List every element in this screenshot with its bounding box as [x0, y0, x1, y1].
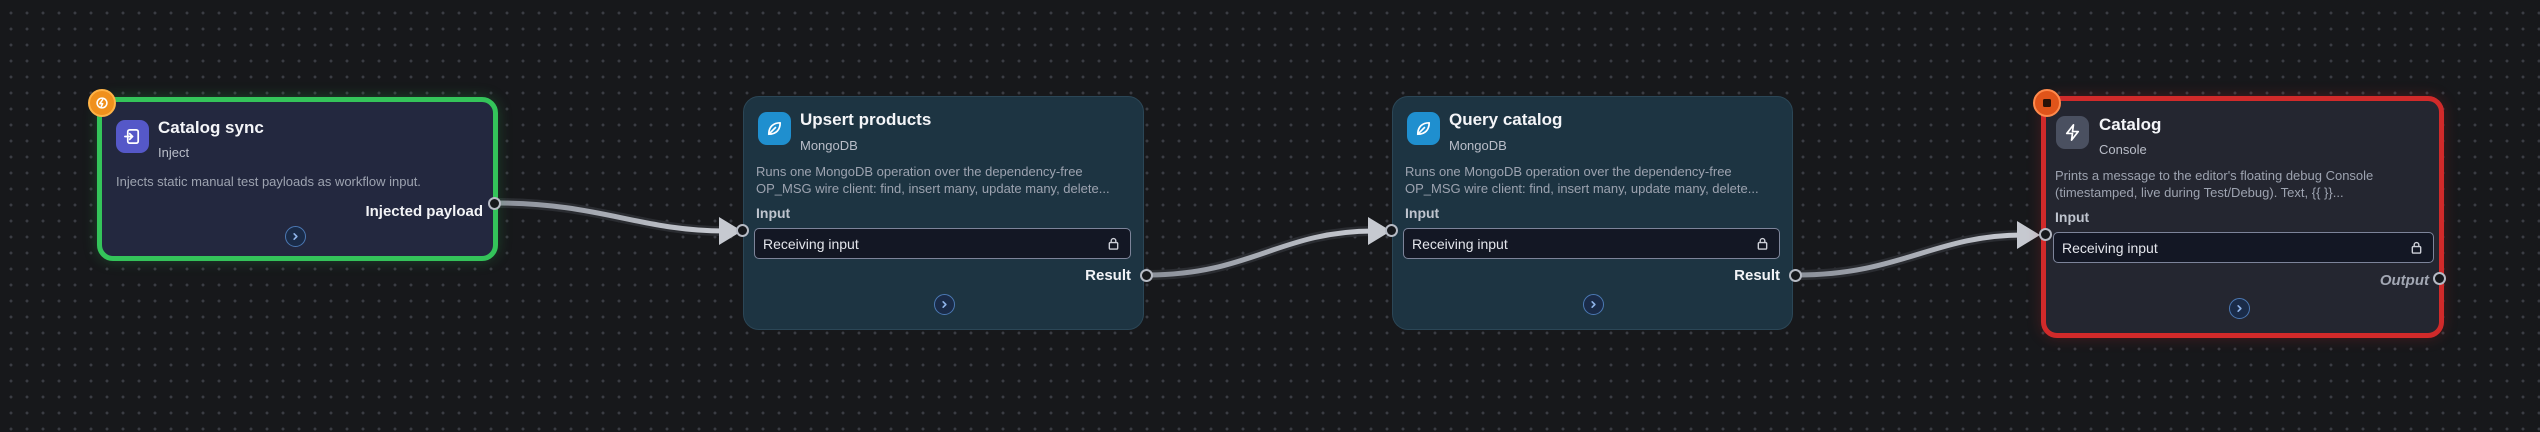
lock-icon	[2411, 241, 2422, 254]
node-upsert-products[interactable]: Upsert products MongoDB Runs one MongoDB…	[743, 96, 1144, 330]
node-title: Query catalog	[1449, 110, 1563, 129]
node-type-label: Inject	[158, 145, 190, 160]
connection-inject-to-upsert[interactable]	[491, 198, 742, 245]
output-label: Injected payload	[365, 203, 483, 220]
stop-badge-stop-icon[interactable]	[2033, 89, 2061, 117]
node-description: Runs one MongoDB operation over the depe…	[756, 164, 1110, 196]
output-label: Result	[1085, 267, 1131, 284]
node-type-label: Console	[2099, 142, 2147, 157]
node-title: Catalog	[2099, 115, 2162, 134]
output-label: Result	[1734, 267, 1780, 284]
trigger-badge-lightning-icon[interactable]	[88, 89, 116, 117]
leaf-icon	[1407, 112, 1440, 145]
input-field[interactable]: Receiving input	[2053, 232, 2434, 263]
connection-upsert-to-query[interactable]	[1143, 217, 1391, 280]
output-port-catalog-sync[interactable]	[488, 197, 501, 210]
node-description: Prints a message to the editor's floatin…	[2055, 168, 2374, 200]
input-port-upsert-products[interactable]	[736, 224, 749, 237]
node-catalog-sync[interactable]: Catalog sync Inject Injects static manua…	[97, 97, 498, 261]
input-port-query-catalog[interactable]	[1385, 224, 1398, 237]
input-port-catalog-console[interactable]	[2039, 228, 2052, 241]
node-title: Catalog sync	[158, 118, 264, 137]
lightning-icon	[2056, 116, 2089, 149]
output-port-query-catalog[interactable]	[1789, 269, 1802, 282]
output-label: Output	[2379, 272, 2429, 289]
input-section-label: Input	[1405, 205, 1440, 221]
input-value: Receiving input	[2062, 239, 2158, 256]
node-title: Upsert products	[800, 110, 932, 129]
input-section-label: Input	[2055, 209, 2090, 225]
expand-chevron-icon[interactable]	[1583, 294, 1604, 315]
node-type-label: MongoDB	[1449, 138, 1507, 153]
inject-icon	[116, 120, 149, 153]
input-section-label: Input	[756, 205, 791, 221]
connection-query-to-console[interactable]	[1792, 221, 2040, 280]
node-description: Runs one MongoDB operation over the depe…	[1405, 164, 1759, 196]
leaf-icon	[758, 112, 791, 145]
expand-chevron-icon[interactable]	[2229, 298, 2250, 319]
expand-chevron-icon[interactable]	[285, 226, 306, 247]
node-type-label: MongoDB	[800, 138, 858, 153]
lock-icon	[1108, 237, 1119, 250]
workflow-canvas[interactable]: Catalog sync Inject Injects static manua…	[0, 0, 2540, 432]
node-catalog-console[interactable]: Catalog Console Prints a message to the …	[2041, 96, 2444, 338]
lock-icon	[1757, 237, 1768, 250]
expand-chevron-icon[interactable]	[934, 294, 955, 315]
arrowhead-icon	[2017, 221, 2040, 249]
node-query-catalog[interactable]: Query catalog MongoDB Runs one MongoDB o…	[1392, 96, 1793, 330]
input-value: Receiving input	[763, 235, 859, 252]
input-field[interactable]: Receiving input	[754, 228, 1131, 259]
output-port-catalog-console[interactable]	[2433, 272, 2446, 285]
input-value: Receiving input	[1412, 235, 1508, 252]
input-field[interactable]: Receiving input	[1403, 228, 1780, 259]
output-port-upsert-products[interactable]	[1140, 269, 1153, 282]
node-description: Injects static manual test payloads as w…	[116, 174, 421, 189]
